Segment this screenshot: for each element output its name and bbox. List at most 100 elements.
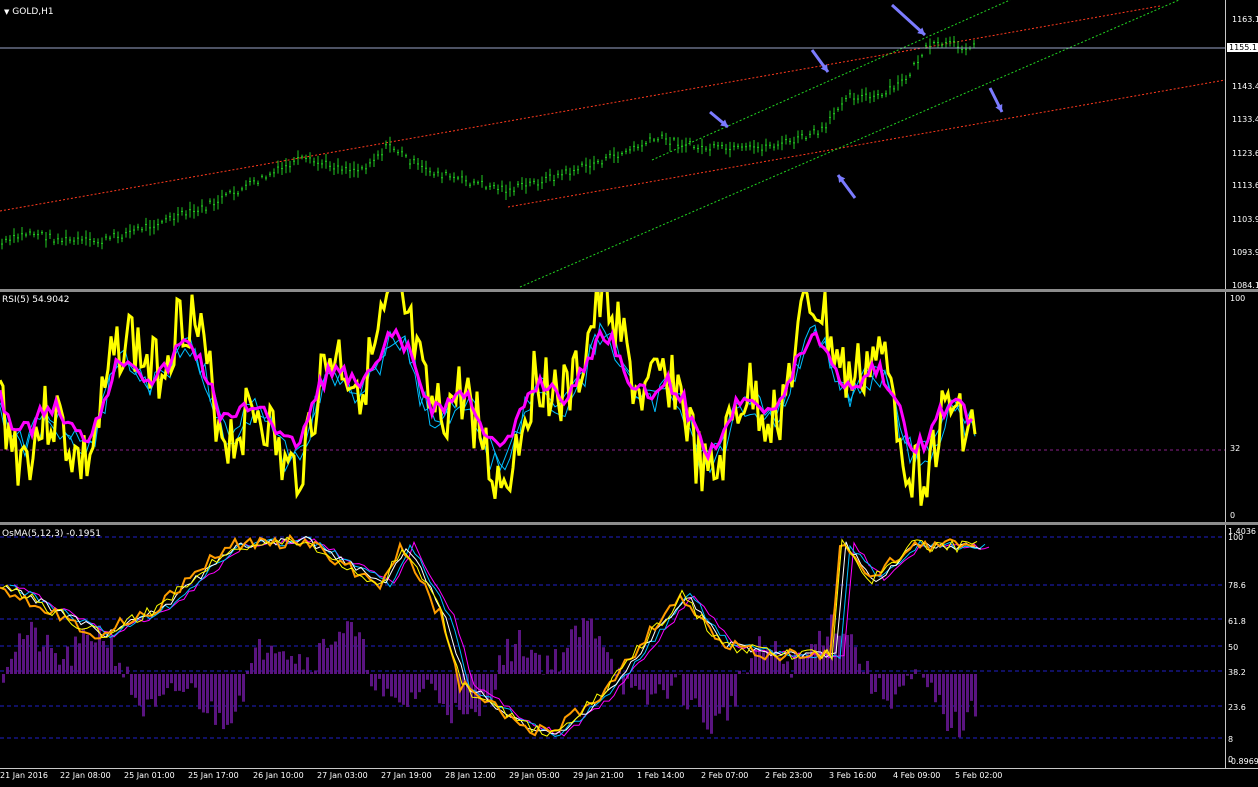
osma-histogram-bar — [670, 674, 673, 686]
osma-histogram-bar — [898, 674, 901, 687]
collapse-triangle-icon[interactable]: ▼ — [4, 8, 9, 16]
osma-histogram-bar — [78, 643, 81, 674]
symbol-label: GOLD,H1 — [12, 7, 53, 17]
osma-histogram-bar — [262, 660, 265, 674]
price-chart-svg — [0, 0, 1225, 289]
osma-histogram-bar — [162, 674, 165, 695]
osma-histogram-bar — [138, 674, 141, 706]
osma-histogram-bar — [734, 674, 737, 707]
osma-histogram-bar — [106, 648, 109, 674]
time-label: 2 Feb 23:00 — [765, 771, 812, 780]
osma-histogram-bar — [114, 666, 117, 674]
osma-histogram-bar — [638, 674, 641, 690]
osma-histogram-bar — [954, 674, 957, 712]
osma-histogram-bar — [798, 658, 801, 674]
osma-histogram-bar — [350, 622, 353, 674]
osma-histogram-bar — [122, 674, 125, 677]
time-label: 29 Jan 05:00 — [509, 771, 560, 780]
time-label: 27 Jan 03:00 — [317, 771, 368, 780]
time-label: 2 Feb 07:00 — [701, 771, 748, 780]
osma-histogram-bar — [22, 639, 25, 674]
osma-histogram-bar — [538, 655, 541, 674]
osma-histogram-bar — [246, 671, 249, 674]
osma-histogram-bar — [394, 674, 397, 698]
osma-histogram-bar — [902, 674, 905, 686]
osma-histogram-bar — [566, 648, 569, 674]
price-label: 1133.4 — [1232, 115, 1258, 124]
rsi-pane[interactable]: RSI(5) 54.9042 — [0, 292, 1225, 522]
osma-histogram-bar — [962, 674, 965, 731]
osma-histogram-bar — [198, 674, 201, 709]
osma-histogram-bar — [726, 674, 729, 721]
osma-histogram-bar — [298, 654, 301, 674]
osma-histogram-bar — [518, 630, 521, 674]
osma-histogram-bar — [610, 659, 613, 674]
osma-histogram-bar — [606, 652, 609, 674]
osma-histogram-bar — [854, 647, 857, 674]
osma-histogram-bar — [938, 674, 941, 695]
osma-histogram-bar — [418, 674, 421, 692]
osma-histogram-bar — [790, 674, 793, 678]
osma-histogram-bar — [406, 674, 409, 707]
osma-histogram-bar — [906, 674, 909, 676]
osma-histogram-bar — [870, 674, 873, 694]
time-label: 3 Feb 16:00 — [829, 771, 876, 780]
osma-histogram-bar — [582, 618, 585, 674]
osma-histogram-bar — [10, 659, 13, 674]
osma-histogram-bar — [514, 644, 517, 674]
osma-histogram-bar — [182, 674, 185, 692]
time-label: 21 Jan 2016 — [0, 771, 48, 780]
osma-histogram-bar — [590, 618, 593, 674]
osma-histogram-bar — [690, 674, 693, 700]
osma-histogram-bar — [570, 629, 573, 674]
osma-histogram-bar — [882, 674, 885, 699]
osma-histogram-bar — [66, 647, 69, 674]
osma-histogram-bar — [398, 674, 401, 702]
osma-histogram-bar — [178, 674, 181, 691]
osma-histogram-bar — [678, 674, 681, 675]
osma-axis-label: 61.8 — [1228, 617, 1246, 626]
osma-histogram-bar — [450, 674, 453, 723]
osma-histogram-bar — [346, 621, 349, 674]
osma-histogram-bar — [338, 632, 341, 674]
osma-histogram-bar — [370, 674, 373, 686]
osma-histogram-bar — [230, 674, 233, 723]
osma-histogram-bar — [890, 674, 893, 709]
osma-histogram-bar — [966, 674, 969, 712]
price-chart-pane[interactable]: ▼ GOLD,H1 — [0, 0, 1225, 289]
osma-histogram-bar — [958, 674, 961, 737]
osma-histogram-bar — [878, 674, 881, 678]
time-axis: 21 Jan 201622 Jan 08:0025 Jan 01:0025 Ja… — [0, 768, 1258, 787]
osma-histogram-bar — [498, 655, 501, 674]
osma-histogram-bar — [810, 644, 813, 674]
osma-histogram-bar — [546, 656, 549, 674]
osma-histogram-bar — [874, 674, 877, 692]
osma-histogram-bar — [374, 674, 377, 690]
osma-histogram-bar — [718, 674, 721, 714]
osma-histogram-bar — [454, 674, 457, 703]
osma-histogram-bar — [946, 674, 949, 731]
osma-histogram-bar — [170, 674, 173, 683]
rsi-axis: 100 32 0 — [1225, 292, 1258, 522]
osma-histogram-bar — [82, 628, 85, 674]
osma-level-lines — [0, 537, 1225, 738]
osma-pane[interactable]: OsMA(5,12,3) -0.1951 — [0, 525, 1225, 768]
osma-histogram-bar — [714, 674, 717, 716]
osma-orange-line — [0, 536, 975, 735]
osma-histogram-bar — [422, 674, 425, 689]
osma-histogram-bar — [658, 674, 661, 684]
osma-histogram-bar — [118, 663, 121, 674]
osma-histogram-bar — [378, 674, 381, 679]
osma-histogram-bar — [702, 674, 705, 723]
osma-histogram-bar — [558, 672, 561, 674]
osma-histogram-bar — [190, 674, 193, 683]
osma-histogram-bar — [218, 674, 221, 713]
osma-axis-label: -0.8969 — [1228, 757, 1258, 766]
osma-axis-label: 38.2 — [1228, 668, 1246, 677]
osma-histogram-bar — [782, 664, 785, 674]
osma-histogram-bar — [602, 647, 605, 674]
osma-histogram-bar — [894, 674, 897, 694]
osma-histogram-bar — [294, 664, 297, 674]
osma-histogram-bar — [18, 633, 21, 674]
osma-svg — [0, 525, 1225, 768]
